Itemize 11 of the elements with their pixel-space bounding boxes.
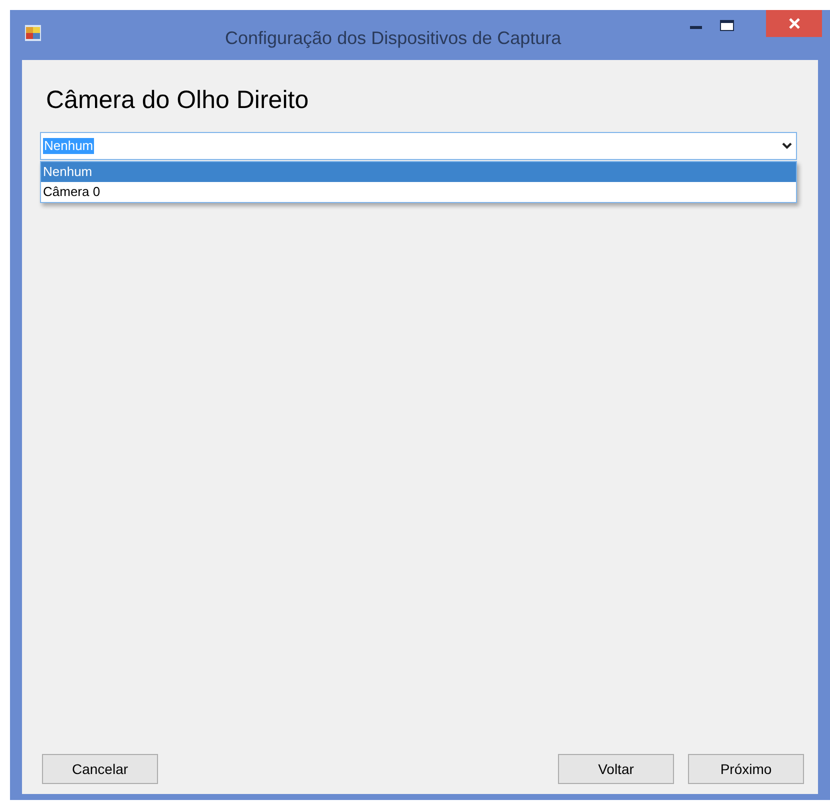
close-icon	[788, 18, 800, 29]
dialog-button[interactable]: Próximo	[688, 754, 804, 784]
dialog-button[interactable]: Cancelar	[42, 754, 158, 784]
app-icon	[24, 24, 42, 42]
dropdown-value: Nenhum	[43, 138, 94, 154]
dropdown-option[interactable]: Nenhum	[41, 162, 796, 182]
close-button[interactable]	[766, 10, 822, 37]
page-heading: Câmera do Olho Direito	[46, 85, 309, 116]
dialog-button[interactable]: Voltar	[558, 754, 674, 784]
window-title: Configuração dos Dispositivos de Captura	[225, 27, 562, 50]
dropdown-option[interactable]: Câmera 0	[41, 182, 796, 202]
